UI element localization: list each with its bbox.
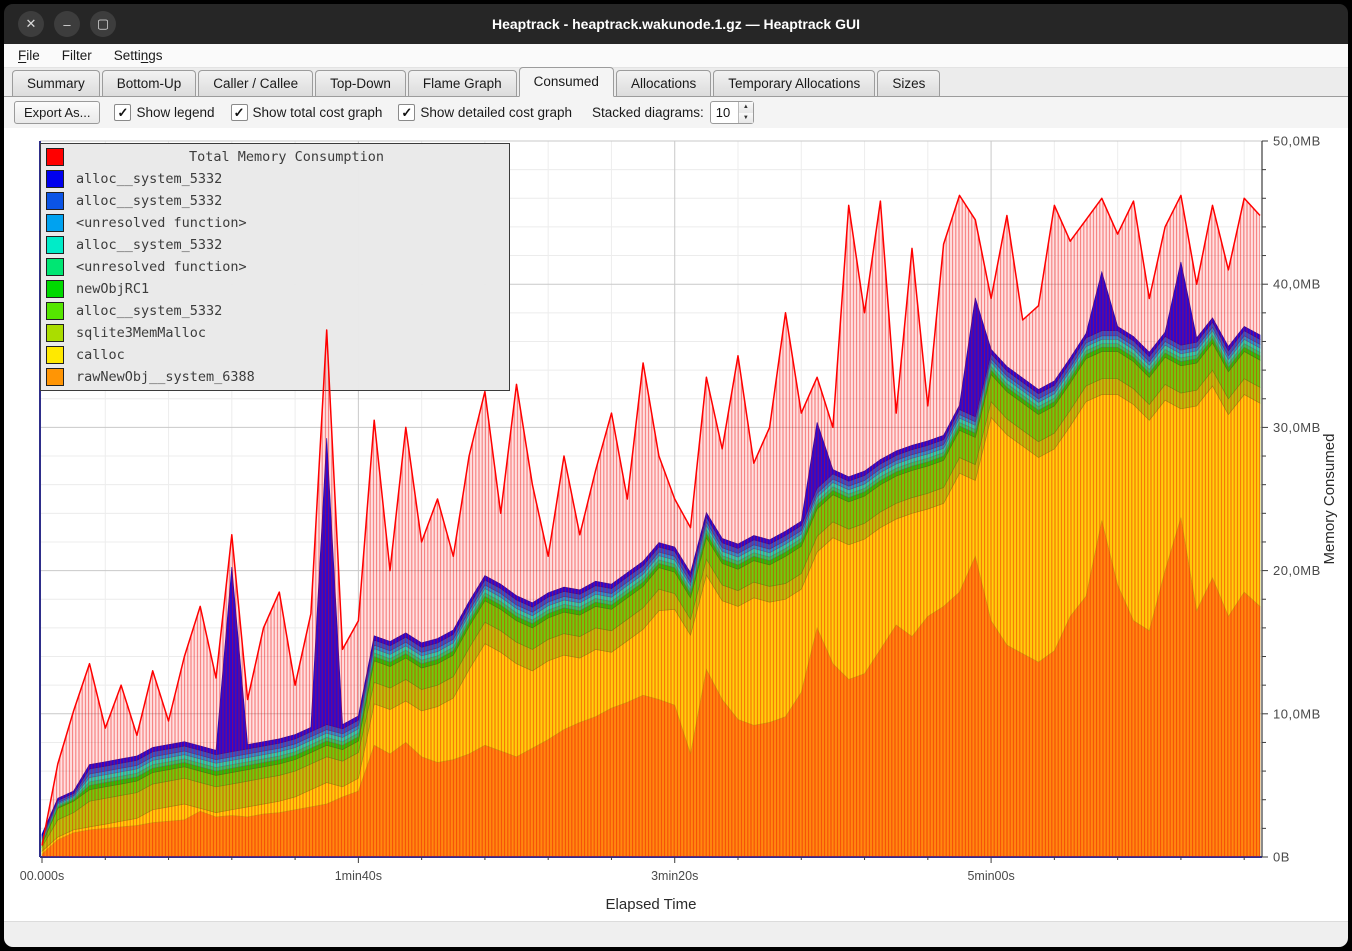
close-button[interactable]: ✕	[18, 11, 44, 37]
legend-swatch-icon	[46, 368, 64, 386]
stacked-diagrams-spinner[interactable]: 10 ▲ ▼	[710, 101, 754, 124]
minimize-button[interactable]: –	[54, 11, 80, 37]
legend-swatch-icon	[46, 346, 64, 364]
stacked-diagrams-label: Stacked diagrams:	[592, 105, 704, 120]
legend-item: alloc__system_5332	[41, 190, 509, 212]
app-window: ✕ – ▢ Heaptrack - heaptrack.wakunode.1.g…	[0, 0, 1352, 951]
legend-label: alloc__system_5332	[76, 171, 222, 187]
x-tick-label: 5min00s	[967, 869, 1014, 883]
export-as-button[interactable]: Export As...	[14, 101, 100, 124]
legend-swatch-icon	[46, 302, 64, 320]
status-bar	[4, 921, 1348, 947]
x-axis-label: Elapsed Time	[606, 896, 697, 913]
legend-title-row: Total Memory Consumption	[41, 146, 509, 168]
spinner-up-icon[interactable]: ▲	[739, 102, 753, 113]
y-tick-label: 30,0MB	[1273, 420, 1321, 435]
legend-label: <unresolved function>	[76, 215, 247, 231]
legend-swatch-icon	[46, 192, 64, 210]
checkbox-box[interactable]: ✓	[114, 104, 131, 121]
memory-consumption-chart[interactable]: 0B 10,0MB 20,0MB 30,0MB 40,0MB 50,0MB 00.000s 1…	[4, 128, 1348, 922]
legend-label: alloc__system_5332	[76, 303, 222, 319]
checkbox-show-total-cost-graph[interactable]: ✓ Show total cost graph	[231, 104, 383, 121]
legend-item: alloc__system_5332	[41, 168, 509, 190]
window-title: Heaptrack - heaptrack.wakunode.1.gz — He…	[4, 16, 1348, 32]
legend-item: <unresolved function>	[41, 212, 509, 234]
tab-allocations[interactable]: Allocations	[616, 70, 711, 96]
legend-item: alloc__system_5332	[41, 234, 509, 256]
y-tick-label: 50,0MB	[1273, 134, 1321, 149]
y-tick-label: 10,0MB	[1273, 706, 1321, 721]
legend-label: newObjRC1	[76, 281, 149, 297]
legend-item: calloc	[41, 344, 509, 366]
legend-swatch-icon	[46, 258, 64, 276]
legend-label: sqlite3MemMalloc	[76, 325, 206, 341]
y-tick-label: 20,0MB	[1273, 563, 1321, 578]
checkbox-show-legend[interactable]: ✓ Show legend	[114, 104, 214, 121]
legend-item: alloc__system_5332	[41, 300, 509, 322]
title-bar: ✕ – ▢ Heaptrack - heaptrack.wakunode.1.g…	[4, 4, 1348, 44]
menu-item-filter[interactable]: Filter	[62, 48, 92, 63]
spinner-value: 10	[711, 102, 738, 123]
toolbar: Export As... ✓ Show legend ✓ Show total cos…	[4, 97, 1348, 128]
legend-label: alloc__system_5332	[76, 193, 222, 209]
x-tick-label: 1min40s	[335, 869, 382, 883]
close-icon: ✕	[26, 16, 37, 32]
tab-sizes[interactable]: Sizes	[877, 70, 940, 96]
y-tick-label: 40,0MB	[1273, 277, 1321, 292]
legend-item: newObjRC1	[41, 278, 509, 300]
legend-label: Total Memory Consumption	[64, 149, 509, 165]
legend-item: <unresolved function>	[41, 256, 509, 278]
legend-label: alloc__system_5332	[76, 237, 222, 253]
legend-swatch-icon	[46, 170, 64, 188]
tab-consumed[interactable]: Consumed	[519, 67, 614, 97]
minimize-icon: –	[63, 17, 70, 32]
tab-bottom-up[interactable]: Bottom-Up	[102, 70, 197, 96]
checkbox-label: Show total cost graph	[253, 105, 383, 120]
tab-top-down[interactable]: Top-Down	[315, 70, 406, 96]
legend-swatch-icon	[46, 324, 64, 342]
y-tick-label: 0B	[1273, 850, 1290, 865]
legend-item: rawNewObj__system_6388	[41, 366, 509, 388]
menu-item-file[interactable]: File	[18, 48, 40, 63]
legend-label: calloc	[76, 347, 125, 363]
legend-swatch-icon	[46, 280, 64, 298]
menu-bar: File Filter Settings	[4, 44, 1348, 68]
checkbox-box[interactable]: ✓	[231, 104, 248, 121]
x-tick-label: 00.000s	[20, 869, 64, 883]
checkbox-box[interactable]: ✓	[398, 104, 415, 121]
checkbox-label: Show detailed cost graph	[420, 105, 572, 120]
chart-legend: Total Memory Consumption alloc__system_53…	[40, 143, 510, 391]
tab-summary[interactable]: Summary	[12, 70, 100, 96]
tab-bar: SummaryBottom-UpCaller / CalleeTop-DownF…	[4, 68, 1348, 97]
checkbox-show-detailed-cost-graph[interactable]: ✓ Show detailed cost graph	[398, 104, 572, 121]
y-axis-label: Memory Consumed	[1321, 434, 1338, 565]
legend-swatch-icon	[46, 148, 64, 166]
menu-item-settings[interactable]: Settings	[114, 48, 163, 63]
maximize-icon: ▢	[97, 16, 109, 32]
legend-label: rawNewObj__system_6388	[76, 369, 255, 385]
tab-flame-graph[interactable]: Flame Graph	[408, 70, 517, 96]
x-tick-label: 3min20s	[651, 869, 698, 883]
legend-swatch-icon	[46, 236, 64, 254]
maximize-button[interactable]: ▢	[90, 11, 116, 37]
tab-temporary-allocations[interactable]: Temporary Allocations	[713, 70, 875, 96]
tab-caller-callee[interactable]: Caller / Callee	[198, 70, 313, 96]
legend-label: <unresolved function>	[76, 259, 247, 275]
legend-item: sqlite3MemMalloc	[41, 322, 509, 344]
legend-swatch-icon	[46, 214, 64, 232]
checkbox-label: Show legend	[136, 105, 214, 120]
spinner-down-icon[interactable]: ▼	[739, 113, 753, 124]
checkbox-group: ✓ Show legend ✓ Show total cost graph ✓ Show …	[114, 104, 588, 121]
